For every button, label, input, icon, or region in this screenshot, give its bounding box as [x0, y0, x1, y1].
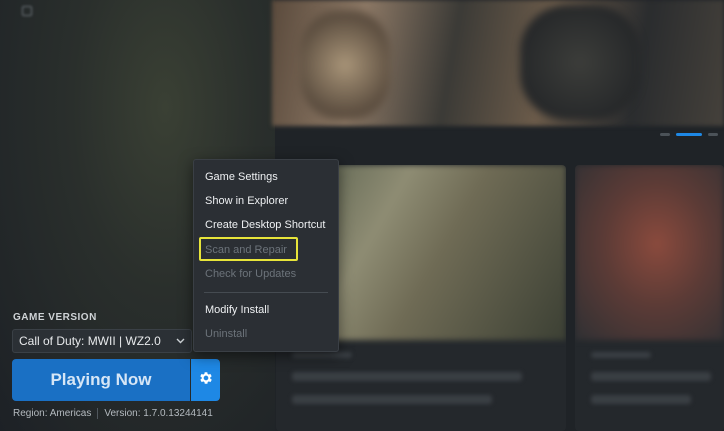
game-options-menu: Game Settings Show in Explorer Create De…: [193, 159, 339, 352]
hero-image-detail: [300, 10, 390, 120]
menu-item-show-in-explorer[interactable]: Show in Explorer: [205, 195, 288, 207]
play-button[interactable]: Playing Now: [12, 359, 190, 401]
folder-icon: [22, 6, 32, 16]
news-card-title: [292, 372, 522, 381]
game-version-select[interactable]: Call of Duty: MWII | WZ2.0: [12, 329, 192, 353]
news-card-tag: [292, 352, 352, 358]
version-text: Version: 1.7.0.13244141: [104, 408, 213, 419]
highlight-box: [199, 237, 298, 261]
carousel-dot[interactable]: [708, 133, 718, 136]
hero-image-detail: [520, 5, 640, 120]
manage-content-link: [22, 5, 41, 17]
chevron-down-icon: [176, 336, 185, 347]
game-version-value: Call of Duty: MWII | WZ2.0: [19, 334, 161, 348]
news-card-title: [292, 395, 492, 404]
game-info-footer: Region: Americas Version: 1.7.0.13244141: [13, 408, 213, 419]
menu-item-modify-install[interactable]: Modify Install: [205, 304, 269, 316]
news-card-tag: [591, 352, 651, 358]
news-card-title: [591, 395, 691, 404]
menu-item-create-desktop-shortcut[interactable]: Create Desktop Shortcut: [205, 219, 325, 231]
carousel-dot[interactable]: [660, 133, 670, 136]
gear-icon: [198, 370, 214, 391]
carousel-dot-active[interactable]: [676, 133, 702, 136]
menu-divider: [204, 292, 328, 293]
menu-item-uninstall[interactable]: Uninstall: [205, 328, 247, 340]
carousel-indicators[interactable]: [660, 133, 718, 136]
menu-item-check-for-updates[interactable]: Check for Updates: [205, 268, 296, 280]
region-text: Region: Americas: [13, 408, 92, 419]
news-card-image: [575, 165, 724, 340]
menu-item-game-settings[interactable]: Game Settings: [205, 171, 278, 183]
news-card-title: [591, 372, 711, 381]
game-version-label: GAME VERSION: [13, 312, 97, 323]
news-card[interactable]: [575, 165, 724, 431]
divider: [97, 408, 99, 419]
game-options-button[interactable]: [191, 359, 220, 401]
